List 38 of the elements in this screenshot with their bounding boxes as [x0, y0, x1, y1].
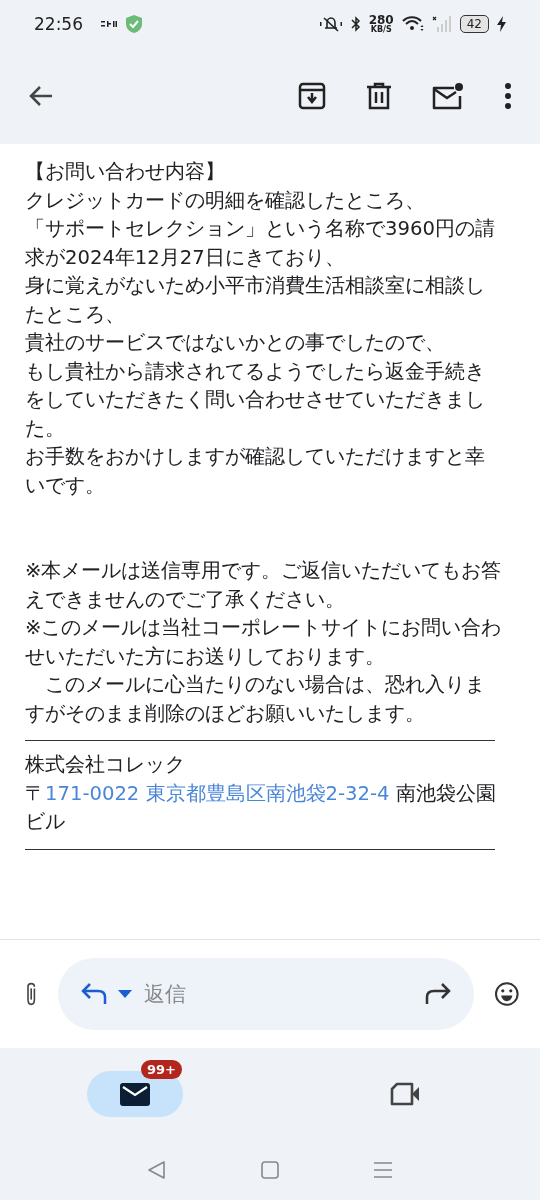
- battery-level: 42: [459, 15, 489, 33]
- forward-icon[interactable]: [424, 983, 453, 1005]
- message-note: ※このメールは当社コーポレートサイトにお問い合わせいただいた方にお送りしております。: [25, 615, 503, 670]
- more-icon[interactable]: [504, 83, 512, 109]
- reply-field[interactable]: 返信: [58, 958, 475, 1030]
- mark-unread-icon[interactable]: [432, 82, 464, 110]
- company-address: 〒171-0022 東京都豊島区南池袋2-32-4 南池袋公園ビル: [25, 780, 497, 835]
- charging-icon: [497, 16, 506, 32]
- mail-icon: [120, 1082, 150, 1106]
- signal-icon: [431, 16, 452, 32]
- message-text: 「サポートセレクション」という名称で3960円の請求が2024年12月27日にきており、: [25, 216, 496, 271]
- message-note: このメールに心当たりのない場合は、恐れ入りますがそのまま削除のほどお願いいたします。: [25, 672, 486, 727]
- message-text: 身に覚えがないため小平市消費生活相談室に相談したところ、: [25, 273, 486, 328]
- wifi-icon: [401, 16, 424, 32]
- home-nav-icon[interactable]: [260, 1160, 280, 1180]
- message-text: 貴社のサービスではないかとの事でしたので、: [25, 330, 446, 356]
- back-nav-icon[interactable]: [146, 1160, 167, 1180]
- archive-icon[interactable]: [298, 82, 326, 110]
- delete-icon[interactable]: [366, 82, 392, 110]
- speed-unit: KB/S: [370, 26, 392, 34]
- status-time: 22:56: [34, 14, 83, 34]
- message-heading: 【お問い合わせ内容】: [25, 159, 226, 185]
- reply-icon[interactable]: [80, 983, 109, 1005]
- message-note: ※本メールは送信専用です。ご返信いただいてもお答えできませんのでご了承ください。: [25, 558, 503, 613]
- video-camera-icon: [389, 1082, 421, 1106]
- dropdown-icon[interactable]: [118, 990, 133, 998]
- address-link[interactable]: 171-0022 東京都豊島区南池袋2-32-4: [45, 781, 390, 805]
- bluetooth-icon: [350, 16, 361, 32]
- message-text: クレジットカードの明細を確認したところ、: [25, 187, 426, 214]
- message-text: お手数をおかけしますが確認していただけますと幸いです。: [25, 444, 486, 499]
- network-speed: 280: [368, 14, 394, 26]
- unread-count-badge: 99+: [141, 1060, 182, 1079]
- back-icon[interactable]: [28, 85, 54, 107]
- muted-bell-icon: [318, 15, 343, 33]
- message-text: もし貴社から請求されてるようでしたら返金手続きをしていただきたく問い合わせさせていただきました。: [25, 358, 486, 442]
- reply-input[interactable]: 返信: [142, 981, 415, 1007]
- company-name: 株式会社コレック: [25, 752, 186, 778]
- shield-icon: [125, 14, 143, 34]
